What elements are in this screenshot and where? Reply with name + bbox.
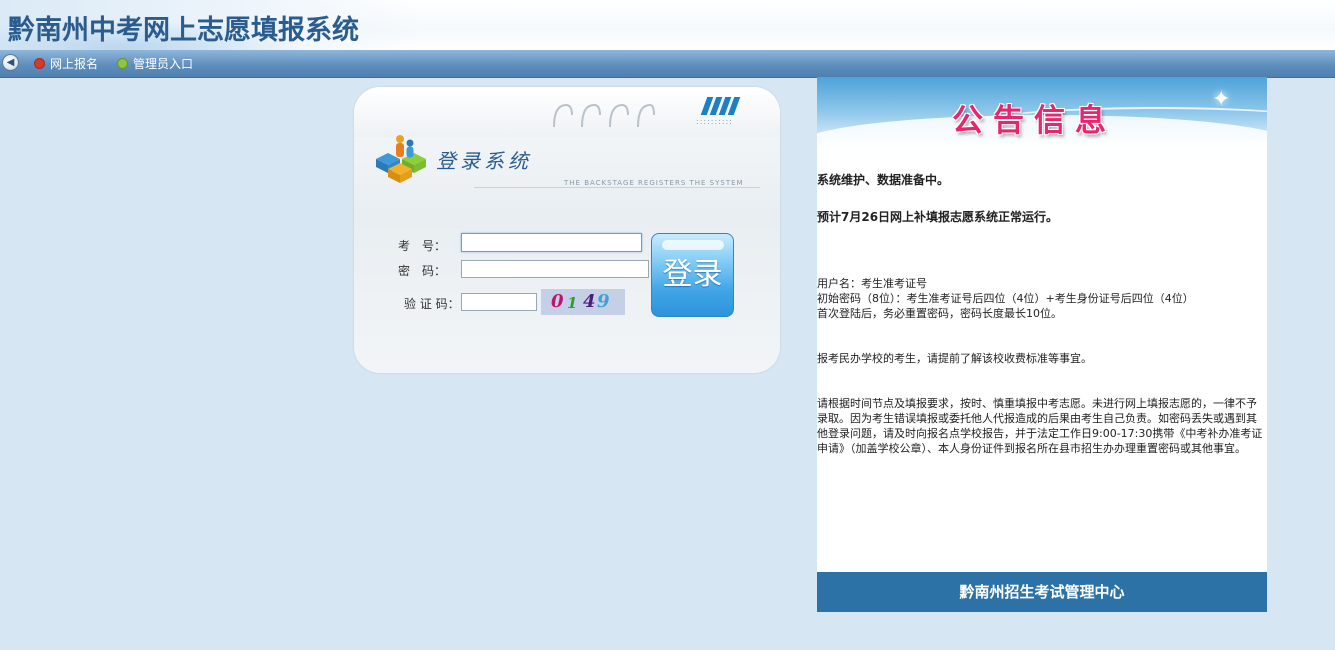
notice-footer: 黔南州招生考试管理中心 xyxy=(817,572,1267,612)
password-input[interactable] xyxy=(461,260,649,278)
notice-body: 系统维护、数据准备中。 预计7月26日网上补填报志愿系统正常运行。 用户名：考生… xyxy=(817,173,1265,456)
header-banner: 黔南州中考网上志愿填报系统 xyxy=(0,0,1335,50)
notice-deadline: 请根据时间节点及填报要求，按时、慎重填报中考志愿。未进行网上填报志愿的，一律不予… xyxy=(817,397,1263,455)
notice-username: 用户名：考生准考证号 xyxy=(817,277,927,290)
password-label: 密 码： xyxy=(398,264,447,278)
red-dot-icon xyxy=(34,58,45,69)
notice-reset-password: 首次登陆后，务必重置密码，密码长度最长10位。 xyxy=(817,307,1062,320)
nav-online-registration[interactable]: 网上报名 xyxy=(34,55,98,72)
notice-title: 公告信息 xyxy=(952,103,1116,139)
dots-decoration: :::::::::: xyxy=(696,117,733,126)
notice-schedule: 预计7月26日网上补填报志愿系统正常运行。 xyxy=(817,210,1059,224)
captcha-char: 9 xyxy=(597,291,610,312)
captcha-char: 0 xyxy=(551,291,564,312)
captcha-input[interactable] xyxy=(461,293,537,311)
notice-maintenance: 系统维护、数据准备中。 xyxy=(817,173,950,187)
login-button-label: 登录 xyxy=(662,257,723,292)
login-panel: :::::::::: 登录系统 THE BACKSTAGE REGISTERS … xyxy=(354,87,780,373)
login-system-subtitle: THE BACKSTAGE REGISTERS THE SYSTEM xyxy=(564,179,744,187)
notice-initial-password: 初始密码（8位）：考生准考证号后四位（4位）+考生身份证号后四位（4位） xyxy=(817,292,1194,305)
nav-item-label: 管理员入口 xyxy=(133,57,194,71)
nav-admin-entry[interactable]: 管理员入口 xyxy=(117,55,193,72)
notice-banner: ✦ 公告信息 xyxy=(817,77,1267,152)
exam-number-input[interactable] xyxy=(461,233,642,252)
button-shine xyxy=(662,240,724,250)
sparkle-icon: ✦ xyxy=(1212,87,1231,112)
captcha-char: 1 xyxy=(567,294,578,312)
exam-number-label: 考 号： xyxy=(398,239,447,253)
people-blocks-logo-icon xyxy=(376,135,426,183)
notice-private-school: 报考民办学校的考生，请提前了解该校收费标准等事宜。 xyxy=(817,352,1092,365)
notice-panel: ✦ 公告信息 系统维护、数据准备中。 预计7月26日网上补填报志愿系统正常运行。… xyxy=(817,77,1267,612)
captcha-char: 4 xyxy=(583,291,596,312)
captcha-label: 验 证 码： xyxy=(404,297,460,311)
captcha-image[interactable]: 0 1 4 9 xyxy=(541,289,625,315)
login-system-title: 登录系统 xyxy=(436,149,532,173)
back-arrow-icon[interactable]: ◀ xyxy=(2,54,19,71)
nav-bar: ◀ 网上报名 管理员入口 xyxy=(0,50,1335,78)
stripes-icon xyxy=(700,97,741,119)
nav-item-label: 网上报名 xyxy=(50,57,99,71)
green-dot-icon xyxy=(117,58,128,69)
login-button[interactable]: 登录 xyxy=(651,233,734,317)
page-title: 黔南州中考网上志愿填报系统 xyxy=(8,15,359,46)
binder-rings-icon xyxy=(553,103,655,128)
title-divider xyxy=(474,187,760,188)
